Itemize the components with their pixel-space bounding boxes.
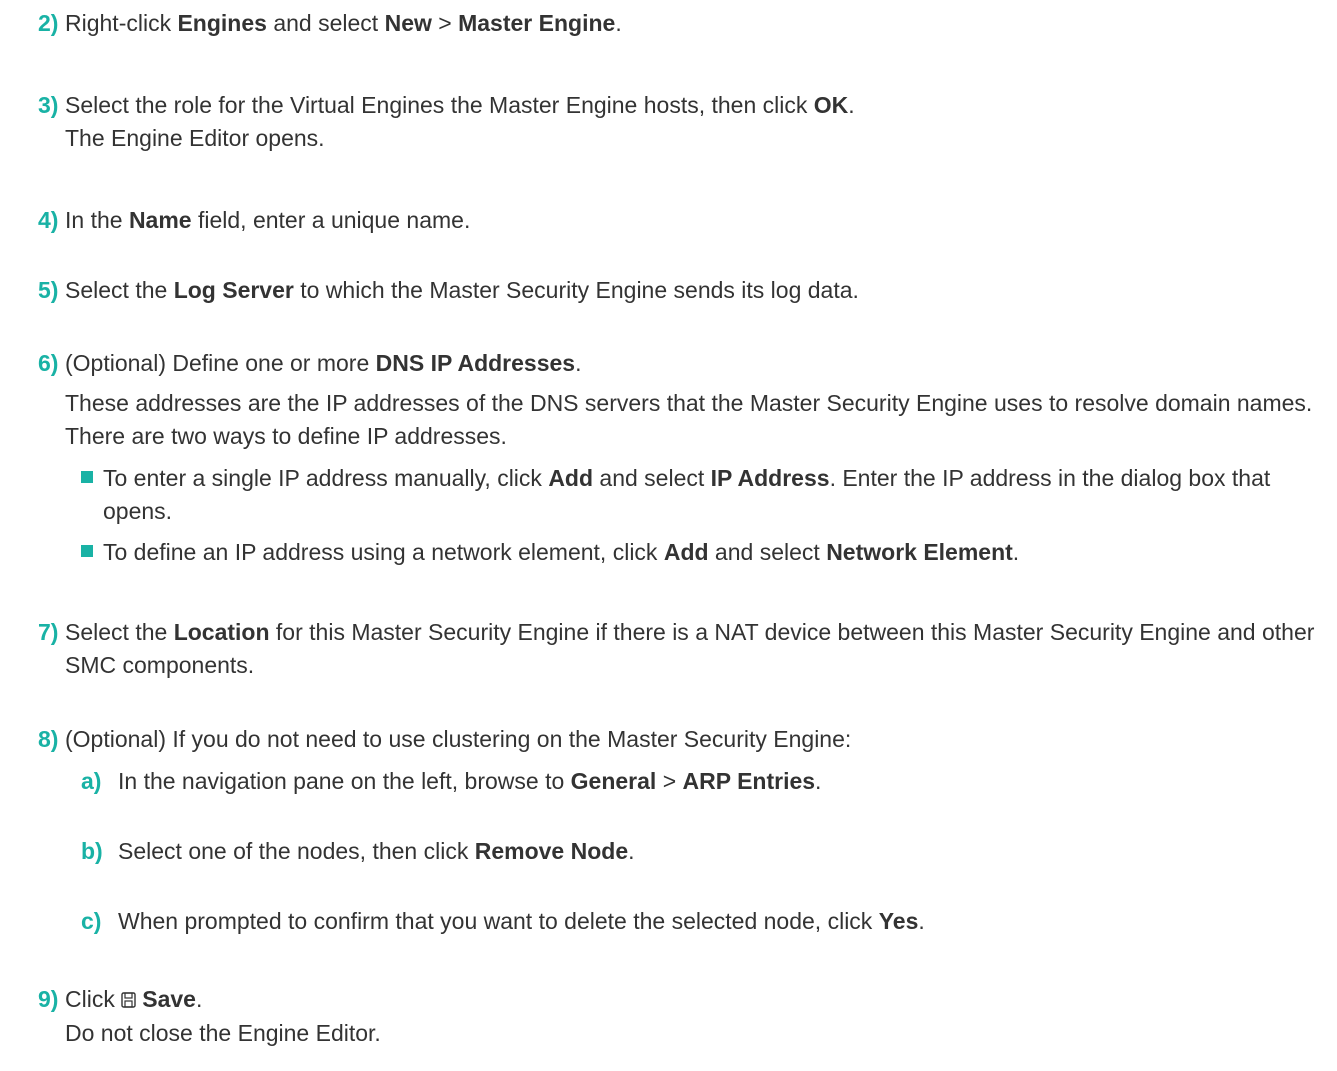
- step-text: (Optional) Define one or more DNS IP Add…: [65, 350, 582, 376]
- bullet-item: To enter a single IP address manually, c…: [103, 465, 1271, 524]
- step-text: Select the Log Server to which the Maste…: [65, 277, 859, 303]
- step-result: The Engine Editor opens.: [65, 125, 325, 151]
- step-number: 7): [38, 619, 59, 645]
- substep-text: Select one of the nodes, then click Remo…: [118, 838, 635, 864]
- save-icon: [121, 984, 136, 1008]
- step-result: Do not close the Engine Editor.: [65, 1020, 381, 1046]
- step-text: In the Name field, enter a unique name.: [65, 207, 471, 233]
- step-number: 4): [38, 207, 59, 233]
- step-number: 8): [38, 726, 59, 752]
- step-number: 9): [38, 986, 59, 1012]
- bullet-marker: [81, 471, 93, 483]
- bullet-marker: [81, 545, 93, 557]
- step-text: Right-click Engines and select New > Mas…: [65, 10, 622, 36]
- step-number: 5): [38, 277, 59, 303]
- bullet-item: To define an IP address using a network …: [103, 539, 1020, 565]
- substep-text: In the navigation pane on the left, brow…: [118, 768, 822, 794]
- substep-number: c): [81, 908, 102, 934]
- step-number: 2): [38, 10, 59, 36]
- substep-number: a): [81, 768, 102, 794]
- substep-number: b): [81, 838, 103, 864]
- step-text: Select the role for the Virtual Engines …: [65, 92, 855, 118]
- step-description: These addresses are the IP addresses of …: [65, 390, 1313, 449]
- step-number: 3): [38, 92, 59, 118]
- step-text: Click Save.: [65, 984, 203, 1012]
- substep-text: When prompted to confirm that you want t…: [118, 908, 925, 934]
- step-number: 6): [38, 350, 59, 376]
- step-text: Select the Location for this Master Secu…: [65, 619, 1315, 678]
- step-text: (Optional) If you do not need to use clu…: [65, 726, 852, 752]
